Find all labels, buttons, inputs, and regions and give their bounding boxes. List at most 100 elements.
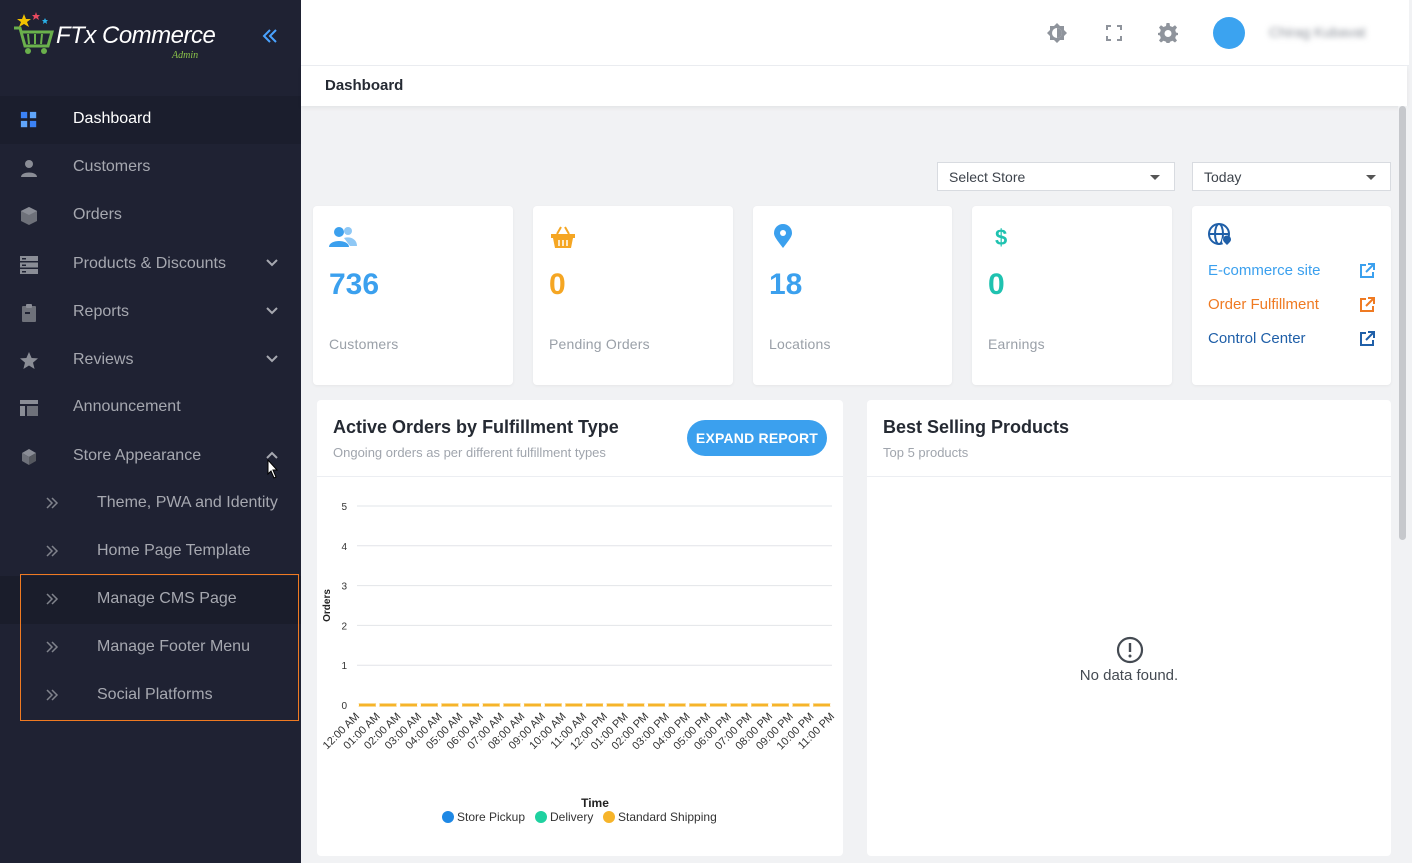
link-label: Control Center: [1208, 330, 1306, 347]
store-select-value: Select Store: [949, 169, 1026, 185]
sidebar-item-announcement[interactable]: Announcement: [0, 384, 301, 432]
data-point: [582, 703, 587, 707]
clipboard-icon: [22, 304, 36, 322]
store-select[interactable]: Select Store: [937, 162, 1175, 191]
settings-gear-icon[interactable]: [1157, 22, 1179, 44]
avatar[interactable]: [1213, 17, 1245, 49]
double-chevron-right-icon: [46, 689, 59, 701]
ecommerce-site-link[interactable]: E-commerce site: [1208, 262, 1378, 282]
legend-label: Store Pickup: [457, 810, 525, 824]
sidebar-item-label: Reports: [73, 303, 130, 320]
external-link-icon: [1360, 331, 1375, 346]
sidebar-item-label: Reviews: [73, 351, 134, 368]
person-icon: [21, 160, 37, 177]
server-stack-icon: [20, 256, 38, 274]
page-title: Dashboard: [325, 77, 404, 94]
sidebar-item-label: Dashboard: [73, 110, 152, 127]
best-selling-panel: Best Selling Products Top 5 products No …: [867, 400, 1391, 856]
sidebar-item-dashboard[interactable]: Dashboard: [0, 96, 301, 144]
stat-label: Locations: [769, 336, 831, 352]
panel-title: Active Orders by Fulfillment Type: [333, 417, 619, 437]
cart-logo-icon: [14, 12, 54, 54]
sidebar-item-reviews[interactable]: Reviews: [0, 337, 301, 385]
chevron-down-icon: [266, 259, 278, 267]
svg-text:$: $: [995, 225, 1007, 250]
panel-title: Best Selling Products: [883, 417, 1070, 437]
scrollbar-thumb[interactable]: [1399, 106, 1406, 540]
stat-value: 0: [549, 268, 566, 301]
stat-card-earnings[interactable]: $ 0 Earnings: [972, 206, 1172, 385]
stat-card-pending-orders[interactable]: 0 Pending Orders: [533, 206, 733, 385]
sidebar-item-customers[interactable]: Customers: [0, 144, 301, 192]
brightness-icon[interactable]: [1046, 22, 1068, 44]
y-tick-label: 4: [341, 542, 347, 553]
sidebar-subitem-label: Manage Footer Menu: [97, 638, 250, 655]
basket-icon: [551, 226, 575, 248]
users-icon: [329, 227, 357, 247]
breadcrumb: Dashboard: [301, 66, 1407, 106]
stat-value: 18: [769, 268, 803, 301]
y-tick-label: 1: [341, 661, 347, 672]
data-point: [561, 703, 566, 707]
empty-state-text: No data found.: [1079, 667, 1179, 684]
sidebar-subitem-theme-pwa-identity[interactable]: Theme, PWA and Identity: [0, 480, 301, 528]
data-point: [664, 703, 669, 707]
sidebar-item-label: Products & Discounts: [73, 255, 226, 272]
data-point: [375, 703, 380, 707]
legend-label: Delivery: [550, 810, 593, 824]
sidebar: FTx Commerce Admin Dashboard Customers O…: [0, 0, 301, 863]
fullscreen-icon[interactable]: [1103, 22, 1125, 44]
panel-subtitle: Ongoing orders as per different fulfillm…: [333, 445, 606, 460]
order-fulfillment-link[interactable]: Order Fulfillment: [1208, 296, 1378, 316]
external-link-icon: [1360, 297, 1375, 312]
quick-links-card: E-commerce site Order Fulfillment Contro…: [1192, 206, 1391, 385]
sidebar-subitem-home-page-template[interactable]: Home Page Template: [0, 528, 301, 576]
x-axis-label: Time: [581, 796, 609, 810]
data-point: [540, 703, 545, 707]
double-chevron-right-icon: [46, 497, 59, 509]
data-point: [602, 703, 607, 707]
sidebar-subitem-label: Social Platforms: [97, 686, 213, 703]
star-icon: [20, 352, 38, 369]
brand-logo[interactable]: FTx Commerce Admin: [12, 8, 222, 64]
y-tick-label: 5: [341, 502, 347, 513]
chevron-down-icon: [266, 307, 278, 315]
data-point: [520, 703, 525, 707]
legend-marker: [603, 811, 615, 823]
sidebar-item-reports[interactable]: Reports: [0, 289, 301, 337]
legend-label: Standard Shipping: [618, 810, 717, 824]
expand-report-button[interactable]: EXPAND REPORT: [687, 420, 827, 456]
period-select[interactable]: Today: [1192, 162, 1391, 191]
link-label: Order Fulfillment: [1208, 296, 1319, 313]
panel-subtitle: Top 5 products: [883, 445, 969, 460]
stat-card-customers[interactable]: 736 Customers: [313, 206, 513, 385]
data-point: [623, 703, 628, 707]
sidebar-item-store-appearance[interactable]: Store Appearance: [0, 433, 301, 481]
y-tick-label: 3: [341, 582, 347, 593]
user-name[interactable]: Chirag Kubavat: [1269, 24, 1366, 40]
data-point: [809, 703, 814, 707]
dollar-icon: $: [995, 225, 1007, 250]
control-center-link[interactable]: Control Center: [1208, 330, 1378, 350]
sidebar-subitem-manage-footer-menu[interactable]: Manage Footer Menu: [0, 624, 301, 672]
double-chevron-right-icon: [46, 641, 59, 653]
dashboard-grid-icon: [20, 111, 37, 128]
stat-card-locations[interactable]: 18 Locations: [753, 206, 952, 385]
sidebar-item-orders[interactable]: Orders: [0, 192, 301, 240]
link-label: E-commerce site: [1208, 262, 1321, 279]
globe-icon: [1208, 223, 1232, 246]
alert-circle-icon: [1116, 636, 1144, 664]
legend-marker: [535, 811, 547, 823]
stat-label: Earnings: [988, 336, 1045, 352]
data-point: [788, 703, 793, 707]
sidebar-item-products-discounts[interactable]: Products & Discounts: [0, 241, 301, 289]
collapse-sidebar-button[interactable]: [260, 26, 282, 48]
stat-value: 736: [329, 268, 380, 301]
sidebar-item-label: Orders: [73, 206, 122, 223]
layout-icon: [20, 400, 38, 416]
sidebar-subitem-social-platforms[interactable]: Social Platforms: [0, 672, 301, 720]
double-chevron-left-icon: [262, 29, 277, 43]
period-select-value: Today: [1204, 169, 1242, 185]
sidebar-subitem-label: Theme, PWA and Identity: [97, 494, 278, 511]
sidebar-subitem-manage-cms-page[interactable]: Manage CMS Page: [0, 576, 301, 624]
